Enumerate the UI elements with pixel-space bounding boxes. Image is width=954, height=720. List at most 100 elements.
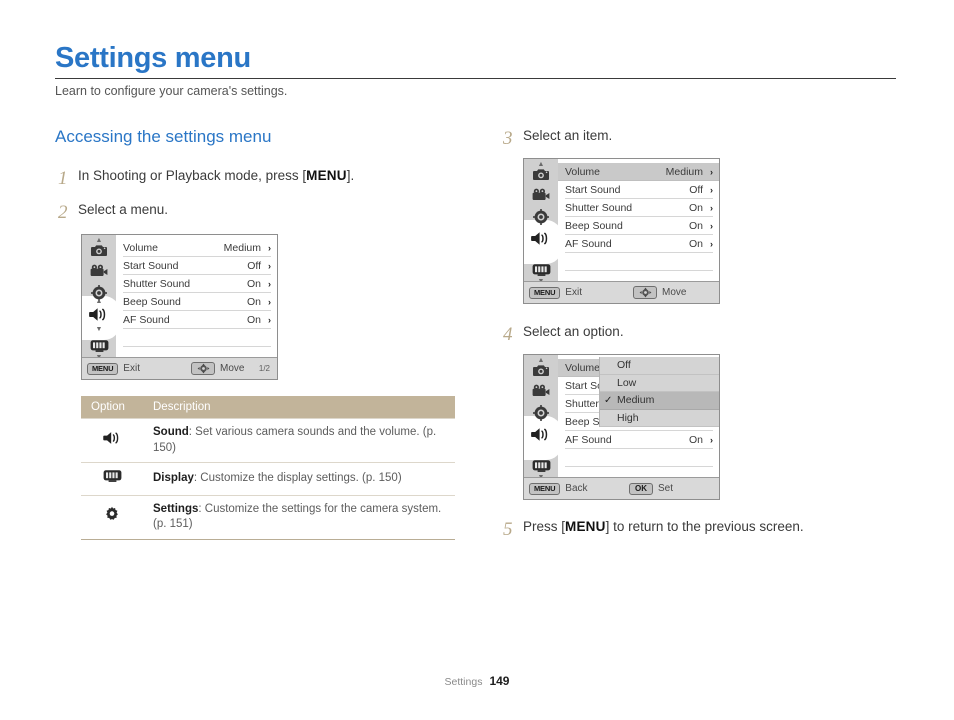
lcd2-body: ▲ ▼ VolumeMedium›Start SoundOff›Shutter … bbox=[524, 159, 719, 289]
page-title: Settings menu bbox=[55, 42, 251, 74]
dropdown-option[interactable]: Off bbox=[600, 357, 719, 375]
lcd1-option-list: Volume Medium › Start Sound Off › Shutter Soun… bbox=[116, 235, 277, 365]
lcd2-option-list: Volume Medium › Start Sound Off › Shutter Soun… bbox=[558, 159, 719, 289]
table-header-description: Description bbox=[143, 396, 455, 419]
lcd-option-row[interactable]: Volume Medium › bbox=[123, 239, 271, 257]
chevron-right-icon: › bbox=[268, 242, 271, 253]
table-header-option: Option bbox=[81, 396, 143, 419]
lcd-option-row[interactable]: Beep Sound On › bbox=[123, 293, 271, 311]
lcd3-body: ▲ ▼ VolumeStart SoundShutter SouBeep Sou… bbox=[524, 355, 719, 485]
movie-icon[interactable] bbox=[524, 188, 558, 201]
lcd-option-label: Start Sound bbox=[565, 183, 621, 196]
dropdown-option-label: High bbox=[617, 411, 639, 424]
sound-icon bbox=[81, 417, 143, 464]
step-5-number: 5 bbox=[503, 519, 513, 540]
camera-screen-item-selected: ▲ ▼ VolumeMedium›Start SoundOff›Shutter … bbox=[523, 158, 720, 304]
table-cell-description: Display: Customize the display settings.… bbox=[143, 462, 455, 496]
footer-page-number: 149 bbox=[489, 674, 510, 688]
row-desc: : Customize the display settings. (p. 15… bbox=[193, 472, 402, 485]
lcd-option-value: On bbox=[688, 219, 703, 232]
footer-label: Settings bbox=[444, 676, 483, 688]
menu-key-icon[interactable]: MENU bbox=[529, 482, 561, 495]
menu-key-label: MENU bbox=[306, 168, 347, 183]
dropdown-option[interactable]: ✓ Medium bbox=[600, 392, 719, 410]
menu-key-icon[interactable]: MENU bbox=[87, 362, 119, 375]
lcd-option-label: AF Sound bbox=[123, 313, 170, 326]
nav-pad-icon[interactable] bbox=[633, 286, 657, 299]
step-1-text-after: ]. bbox=[346, 168, 355, 183]
lcd-option-row[interactable]: AF Sound On › bbox=[565, 235, 713, 253]
row-title: Settings bbox=[153, 502, 199, 515]
chevron-right-icon: › bbox=[710, 166, 713, 177]
camera-icon[interactable] bbox=[524, 363, 558, 377]
lcd-option-label: Beep Sound bbox=[565, 219, 623, 232]
movie-icon[interactable] bbox=[82, 264, 116, 277]
lcd-option-label: Shutter Sound bbox=[123, 277, 191, 290]
page-footer: Settings 149 bbox=[0, 674, 954, 688]
lcd-option-row[interactable]: Start Sound Off › bbox=[565, 181, 713, 199]
movie-icon[interactable] bbox=[524, 384, 558, 397]
lcd-option-row[interactable]: Volume Medium › bbox=[558, 163, 719, 181]
lcd-option-row[interactable]: Shutter Sound On › bbox=[123, 275, 271, 293]
lcd1-exit-label: Exit bbox=[123, 363, 140, 374]
menu-key-icon[interactable]: MENU bbox=[529, 286, 561, 299]
chevron-right-icon: › bbox=[268, 260, 271, 271]
chevron-right-icon: › bbox=[268, 278, 271, 289]
lcd-option-value: Off bbox=[247, 259, 261, 272]
lcd1-sidebar-down-icon[interactable]: ▼ bbox=[82, 326, 116, 333]
chevron-right-icon: › bbox=[710, 434, 713, 445]
lcd1-sidebar-up-icon[interactable]: ▲ bbox=[82, 298, 116, 305]
step-3-text: Select an item. bbox=[523, 128, 613, 143]
dropdown-option[interactable]: High bbox=[600, 410, 719, 427]
camera-screen-menu-list: ▲ ▲ ▼ ▼ VolumeMedium›Start SoundOff›Shut… bbox=[81, 234, 278, 380]
dropdown-option[interactable]: Low bbox=[600, 375, 719, 392]
step-2-text: Select a menu. bbox=[78, 202, 169, 217]
lcd-option-label: Volume bbox=[565, 165, 601, 178]
nav-pad-icon[interactable] bbox=[191, 362, 215, 375]
focus-icon[interactable] bbox=[524, 405, 558, 421]
lcd-option-value: On bbox=[688, 433, 703, 446]
camera-icon[interactable] bbox=[524, 167, 558, 181]
dropdown-option-label: Off bbox=[617, 359, 631, 372]
settings-icon bbox=[81, 494, 143, 540]
title-divider bbox=[55, 78, 896, 79]
lcd-option-row[interactable]: Shutter Sound On › bbox=[565, 199, 713, 217]
option-description-table: Option Description Sound: Set various ca… bbox=[81, 396, 455, 540]
lcd1-move-group: Move bbox=[186, 362, 244, 375]
sound-icon[interactable] bbox=[524, 427, 558, 442]
step-4: 4 Select an option. bbox=[503, 324, 624, 344]
table-header-row: Option Description bbox=[81, 396, 455, 419]
lcd2-exit-label: Exit bbox=[565, 287, 582, 298]
camera-icon[interactable] bbox=[82, 243, 116, 257]
lcd-option-row[interactable]: AF Sound On › bbox=[565, 431, 713, 449]
lcd-option-label: Start Sound bbox=[123, 259, 179, 272]
lcd1-body: ▲ ▲ ▼ ▼ VolumeMedium›Start SoundOff›Shut… bbox=[82, 235, 277, 365]
step-4-number: 4 bbox=[503, 324, 513, 345]
display-icon[interactable] bbox=[524, 459, 558, 473]
display-icon[interactable] bbox=[524, 263, 558, 277]
ok-key-icon[interactable]: OK bbox=[629, 482, 653, 495]
lcd2-bottom-bar: MENU Exit Move bbox=[524, 281, 719, 303]
table-row: Display: Customize the display settings.… bbox=[81, 462, 455, 496]
chevron-right-icon: › bbox=[710, 202, 713, 213]
lcd-option-value: On bbox=[246, 295, 261, 308]
row-title: Sound bbox=[153, 426, 189, 438]
chevron-right-icon: › bbox=[710, 184, 713, 195]
page-subtitle: Learn to configure your camera's setting… bbox=[55, 84, 288, 98]
lcd2-move-group: Move bbox=[628, 286, 686, 299]
lcd3-dropdown-popup: Off Low ✓ Medium High bbox=[599, 357, 719, 427]
step-3-number: 3 bbox=[503, 128, 513, 149]
lcd-empty-row bbox=[565, 253, 713, 271]
lcd-option-row[interactable]: Start Sound Off › bbox=[123, 257, 271, 275]
step-5: 5 Press [MENU] to return to the previous… bbox=[503, 519, 804, 539]
lcd-empty-row bbox=[123, 329, 271, 347]
sound-icon[interactable] bbox=[82, 307, 116, 322]
lcd-option-value: Off bbox=[689, 183, 703, 196]
focus-icon[interactable] bbox=[524, 209, 558, 225]
display-icon[interactable] bbox=[82, 339, 116, 353]
chevron-right-icon: › bbox=[268, 314, 271, 325]
lcd-option-row[interactable]: Beep Sound On › bbox=[565, 217, 713, 235]
lcd-option-row[interactable]: AF Sound On › bbox=[123, 311, 271, 329]
sound-icon[interactable] bbox=[524, 231, 558, 246]
lcd-option-value: Medium bbox=[223, 241, 261, 254]
